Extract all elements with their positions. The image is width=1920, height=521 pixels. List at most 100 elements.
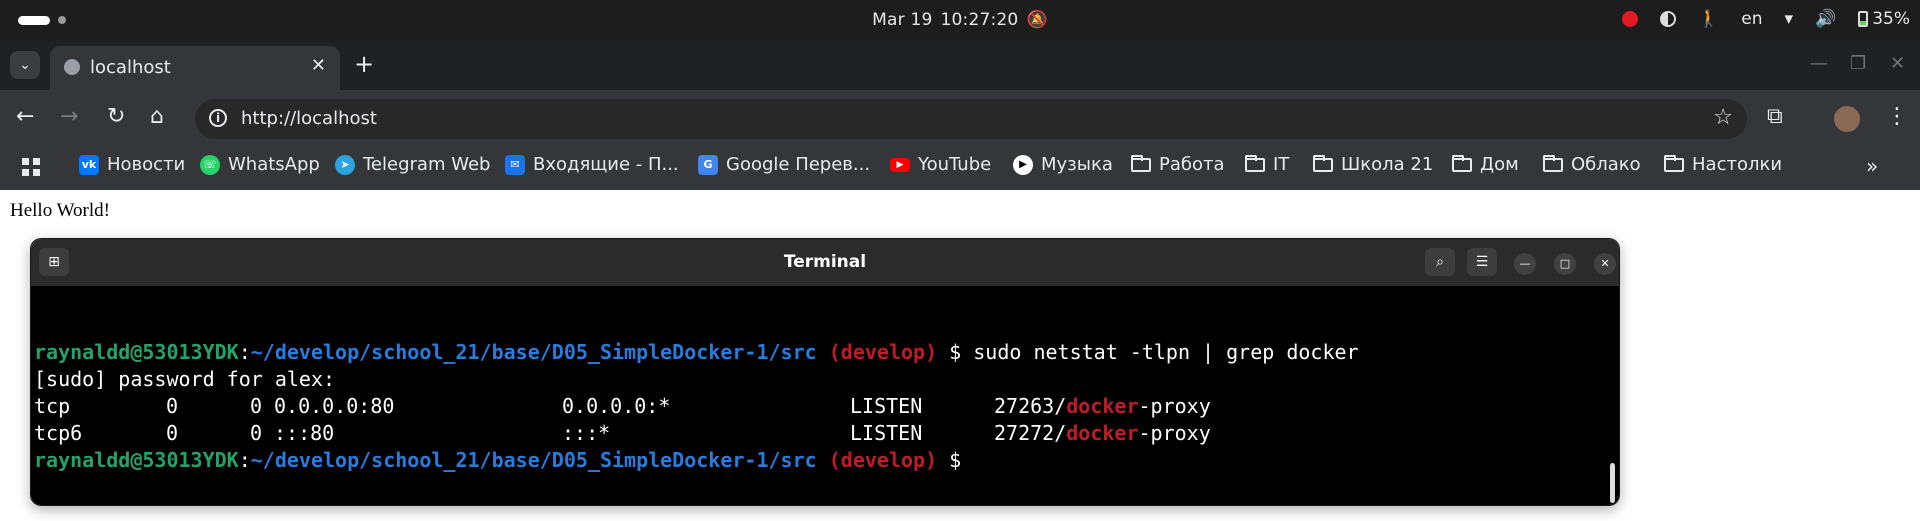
tab-close-icon[interactable]: ✕ bbox=[311, 55, 326, 76]
bookmark-folder-it[interactable]: IT bbox=[1245, 154, 1289, 175]
prompt-branch: (develop) bbox=[828, 340, 938, 364]
sudo-prompt-line: [sudo] password for alex: bbox=[34, 367, 336, 391]
prompt-user: raynaldd@53013YDK bbox=[34, 448, 239, 472]
bookmark-mail-inbox[interactable]: ✉ Входящие - П... bbox=[505, 154, 679, 175]
terminal-maximize-button[interactable]: □ bbox=[1554, 253, 1576, 275]
terminal-window: ⊞ Terminal ⌕ ☰ — □ ✕ raynaldd@53013YDK:~… bbox=[31, 239, 1619, 505]
prompt-separator: : bbox=[238, 340, 251, 364]
forward-button[interactable]: → bbox=[60, 104, 78, 129]
prompt-symbol: $ bbox=[949, 340, 962, 364]
bookmark-youtube[interactable]: ▶ YouTube bbox=[890, 154, 991, 175]
new-tab-button[interactable]: + bbox=[354, 50, 374, 78]
bookmark-google-translate[interactable]: G Google Перев... bbox=[698, 154, 870, 175]
date-label: Mar 19 bbox=[872, 10, 933, 30]
folder-icon bbox=[1543, 154, 1563, 172]
profile-avatar[interactable] bbox=[1834, 106, 1860, 132]
folder-icon bbox=[1452, 154, 1472, 172]
mail-icon: ✉ bbox=[505, 154, 525, 175]
home-button[interactable]: ⌂ bbox=[150, 104, 164, 129]
battery-indicator[interactable]: 35% bbox=[1858, 9, 1910, 29]
youtube-icon: ▶ bbox=[890, 157, 910, 172]
terminal-menu-button[interactable]: ☰ bbox=[1467, 248, 1497, 276]
tab-title: localhost bbox=[90, 57, 171, 78]
address-url[interactable]: http://localhost bbox=[241, 108, 377, 129]
bookmark-label: Работа bbox=[1159, 154, 1225, 175]
page-body-text: Hello World! bbox=[10, 200, 110, 221]
bookmark-label: Настолки bbox=[1692, 154, 1783, 175]
folder-icon bbox=[1664, 154, 1684, 172]
battery-icon bbox=[1858, 11, 1869, 27]
accessibility-icon[interactable]: 🚶 bbox=[1698, 9, 1719, 29]
system-top-bar: Mar 19 10:27:20 🔕 🚶 en ▾ 🔊 35% bbox=[0, 0, 1920, 40]
address-bar[interactable]: i http://localhost ☆ bbox=[195, 99, 1747, 139]
bookmark-label: IT bbox=[1273, 154, 1290, 175]
bookmark-label: Входящие - П... bbox=[533, 154, 679, 175]
bookmark-folder-nastolki[interactable]: Настолки bbox=[1664, 154, 1782, 175]
prompt-path: ~/develop/school_21/base/D05_SimpleDocke… bbox=[250, 448, 817, 472]
prompt-symbol: $ bbox=[949, 448, 962, 472]
tab-localhost[interactable]: localhost ✕ bbox=[50, 46, 340, 90]
extensions-icon[interactable]: ⧉ bbox=[1767, 104, 1783, 129]
restore-window-button[interactable]: ❐ bbox=[1850, 53, 1866, 74]
recording-icon[interactable] bbox=[1622, 11, 1639, 27]
bookmark-folder-shkola-21[interactable]: Школа 21 bbox=[1313, 154, 1433, 175]
command-text: sudo netstat -tlpn | grep docker bbox=[973, 340, 1359, 364]
bookmark-label: Школа 21 bbox=[1341, 154, 1434, 175]
system-tray: 🚶 en ▾ 🔊 35% bbox=[1622, 9, 1910, 29]
bookmark-novosti[interactable]: vk Новости bbox=[79, 154, 185, 175]
terminal-output[interactable]: raynaldd@53013YDK:~/develop/school_21/ba… bbox=[31, 286, 1619, 505]
telegram-icon: ➤ bbox=[335, 154, 355, 175]
more-bookmarks-chevron-icon[interactable]: » bbox=[1866, 154, 1878, 178]
wifi-icon[interactable]: ▾ bbox=[1784, 9, 1793, 29]
prompt-separator: : bbox=[238, 448, 251, 472]
whatsapp-icon: ☏ bbox=[200, 154, 220, 175]
vk-icon: vk bbox=[79, 154, 99, 175]
translate-icon: G bbox=[698, 154, 718, 175]
bookmark-label: Новости bbox=[107, 154, 186, 175]
folder-icon bbox=[1131, 154, 1151, 172]
folder-icon bbox=[1245, 154, 1265, 172]
keyboard-language[interactable]: en bbox=[1741, 9, 1762, 29]
browser-toolbar: ← → ↻ ⌂ i http://localhost ☆ ⧉ ⋮ bbox=[0, 90, 1920, 147]
terminal-search-button[interactable]: ⌕ bbox=[1425, 248, 1455, 276]
night-light-icon[interactable] bbox=[1660, 11, 1677, 27]
bookmark-label: Дом bbox=[1480, 154, 1519, 175]
current-prompt-line: raynaldd@53013YDK:~/develop/school_21/ba… bbox=[34, 448, 961, 472]
bookmarks-bar: vk Новости ☏ WhatsApp ➤ Telegram Web ✉ В… bbox=[0, 147, 1920, 190]
bookmark-label: Музыка bbox=[1041, 154, 1113, 175]
back-button[interactable]: ← bbox=[16, 104, 34, 129]
apps-grid-icon[interactable] bbox=[22, 158, 40, 176]
volume-icon[interactable]: 🔊 bbox=[1815, 9, 1836, 29]
bookmark-label: Google Перев... bbox=[726, 154, 871, 175]
command-line: raynaldd@53013YDK:~/develop/school_21/ba… bbox=[34, 340, 1359, 364]
browser-tab-strip: ⌄ localhost ✕ + — ❐ ✕ bbox=[0, 40, 1920, 90]
browser-menu-icon[interactable]: ⋮ bbox=[1886, 104, 1908, 129]
bookmark-music[interactable]: ▶ Музыка bbox=[1013, 154, 1113, 175]
tab-search-button[interactable]: ⌄ bbox=[10, 51, 40, 79]
terminal-scrollbar[interactable] bbox=[1610, 463, 1615, 503]
prompt-user: raynaldd@53013YDK bbox=[34, 340, 239, 364]
bookmark-telegram-web[interactable]: ➤ Telegram Web bbox=[335, 154, 490, 175]
music-icon: ▶ bbox=[1013, 154, 1033, 175]
reload-button[interactable]: ↻ bbox=[107, 104, 125, 129]
bookmark-star-icon[interactable]: ☆ bbox=[1713, 105, 1733, 130]
site-info-icon[interactable]: i bbox=[209, 109, 227, 127]
bookmark-folder-dom[interactable]: Дом bbox=[1452, 154, 1519, 175]
terminal-minimize-button[interactable]: — bbox=[1514, 253, 1536, 275]
prompt-path: ~/develop/school_21/base/D05_SimpleDocke… bbox=[250, 340, 817, 364]
bookmark-label: Облако bbox=[1571, 154, 1641, 175]
bookmark-whatsapp[interactable]: ☏ WhatsApp bbox=[200, 154, 320, 175]
minimize-window-button[interactable]: — bbox=[1810, 53, 1828, 74]
notifications-muted-icon: 🔕 bbox=[1026, 10, 1048, 30]
battery-percent: 35% bbox=[1872, 9, 1910, 29]
bookmark-folder-oblako[interactable]: Облако bbox=[1543, 154, 1641, 175]
time-label: 10:27:20 bbox=[940, 10, 1019, 30]
prompt-branch: (develop) bbox=[828, 448, 938, 472]
bookmark-label: WhatsApp bbox=[228, 154, 320, 175]
terminal-header-bar[interactable]: ⊞ Terminal ⌕ ☰ — □ ✕ bbox=[31, 239, 1619, 286]
bookmark-folder-rabota[interactable]: Работа bbox=[1131, 154, 1225, 175]
terminal-title: Terminal bbox=[783, 252, 867, 272]
folder-icon bbox=[1313, 154, 1333, 172]
terminal-close-button[interactable]: ✕ bbox=[1594, 253, 1616, 275]
close-window-button[interactable]: ✕ bbox=[1890, 53, 1905, 74]
